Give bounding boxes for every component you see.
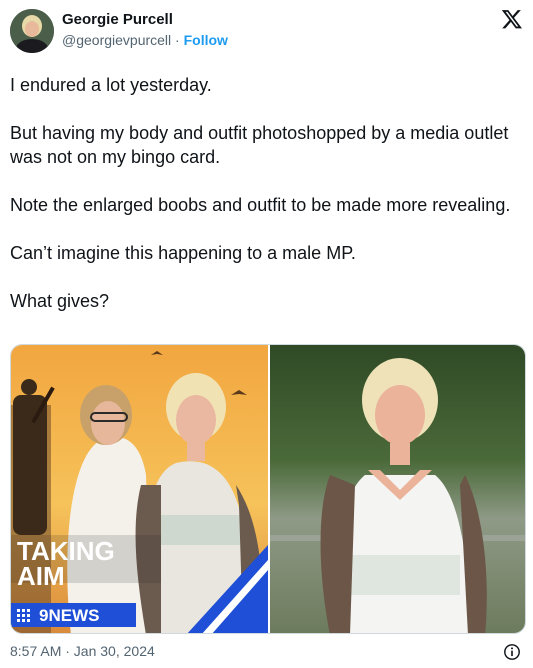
author-handle[interactable]: @georgievpurcell <box>62 32 171 48</box>
tweet-header: Georgie Purcell @georgievpurcell · Follo… <box>10 8 523 53</box>
media-grid: TAKING AIM 9NEWS <box>10 344 526 634</box>
news-brand-dots-icon <box>17 609 30 622</box>
tweet-paragraph: I endured a lot yesterday. <box>10 75 212 95</box>
author-display-name[interactable]: Georgie Purcell <box>62 10 228 30</box>
x-logo-icon[interactable] <box>501 8 523 30</box>
original-photo-image[interactable] <box>270 345 525 633</box>
tweet-card: Georgie Purcell @georgievpurcell · Follo… <box>0 0 533 668</box>
author-names: Georgie Purcell @georgievpurcell · Follo… <box>62 10 228 50</box>
overlay-title-line2: AIM <box>17 561 65 591</box>
news-brand-label: 9NEWS <box>39 606 99 625</box>
info-icon[interactable] <box>503 643 521 661</box>
avatar[interactable] <box>10 9 54 53</box>
tweet-paragraph: But having my body and outfit photoshopp… <box>10 123 509 167</box>
tweet-paragraph: Can’t imagine this happening to a male M… <box>10 243 356 263</box>
tweet-paragraph: What gives? <box>10 291 110 311</box>
tweet-paragraph: Note the enlarged boobs and outfit to be… <box>10 195 511 215</box>
edited-news-image[interactable]: TAKING AIM 9NEWS <box>11 345 268 633</box>
handle-row: @georgievpurcell · Follow <box>62 30 228 50</box>
tweet-text: I endured a lot yesterday. But having my… <box>10 73 523 313</box>
handle-separator: · <box>171 32 184 48</box>
tweet-timestamp[interactable]: 8:57 AM · Jan 30, 2024 <box>10 643 155 659</box>
follow-button[interactable]: Follow <box>184 32 228 48</box>
